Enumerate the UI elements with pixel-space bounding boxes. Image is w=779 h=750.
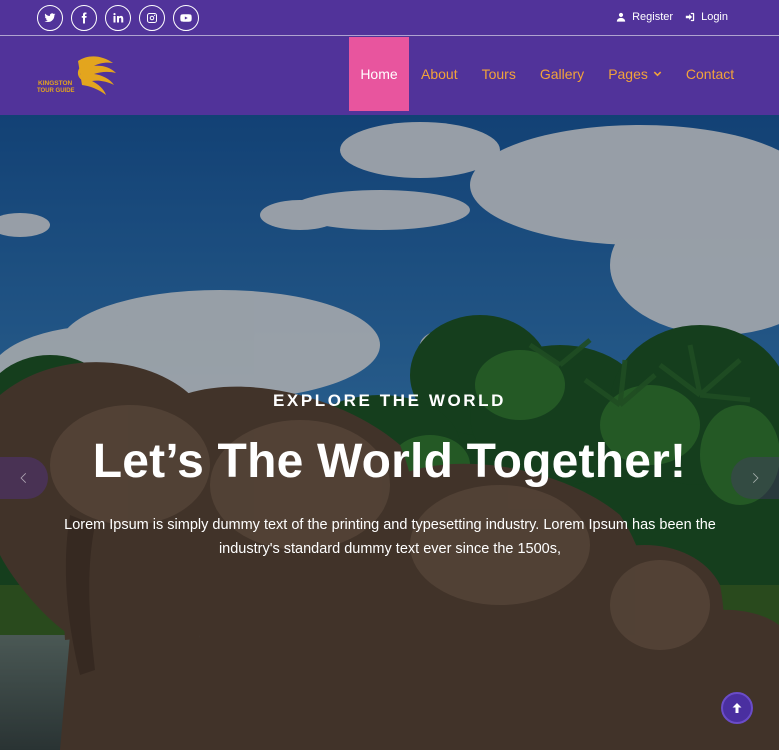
- nav-about[interactable]: About: [409, 37, 470, 111]
- main-menu: Home About Tours Gallery Pages Contact: [349, 37, 746, 115]
- chevron-right-icon: [752, 473, 759, 483]
- facebook-icon: [81, 12, 87, 24]
- chevron-down-icon: [653, 71, 662, 76]
- slider-next-button[interactable]: [731, 457, 779, 499]
- twitter-link[interactable]: [37, 5, 63, 31]
- hero-lead-text: Lorem Ipsum is simply dummy text of the …: [64, 517, 716, 557]
- nav-pages-label: Pages: [608, 66, 648, 82]
- social-links: [37, 5, 199, 31]
- slider-prev-button[interactable]: [0, 457, 48, 499]
- linkedin-link[interactable]: [105, 5, 131, 31]
- instagram-icon: [147, 13, 157, 23]
- linkedin-icon: [113, 13, 124, 23]
- nav-home[interactable]: Home: [349, 37, 409, 111]
- auth-links: Register Login: [616, 11, 728, 23]
- main-navbar: KINGSTON TOUR GUIDE Home About Tours Gal…: [0, 37, 779, 115]
- svg-text:KINGSTON: KINGSTON: [38, 80, 72, 87]
- login-link[interactable]: Login: [685, 11, 728, 23]
- login-label: Login: [701, 11, 728, 23]
- twitter-icon: [44, 13, 56, 23]
- hero-slider: EXPLORE THE WORLD Let’s The World Togeth…: [0, 115, 779, 750]
- hero-eyebrow: EXPLORE THE WORLD: [272, 391, 507, 410]
- youtube-icon: [180, 14, 192, 22]
- register-label: Register: [632, 11, 674, 23]
- back-to-top-button[interactable]: [721, 692, 753, 724]
- kingston-tour-guide-logo[interactable]: KINGSTON TOUR GUIDE: [36, 51, 120, 101]
- user-icon: [616, 12, 626, 22]
- nav-tours[interactable]: Tours: [470, 37, 528, 111]
- hero-overlay: [0, 115, 779, 750]
- facebook-link[interactable]: [71, 5, 97, 31]
- svg-text:TOUR GUIDE: TOUR GUIDE: [37, 88, 75, 94]
- nav-gallery[interactable]: Gallery: [528, 37, 596, 111]
- youtube-link[interactable]: [173, 5, 199, 31]
- arrow-up-icon: [732, 703, 742, 713]
- nav-pages[interactable]: Pages: [596, 37, 674, 111]
- top-bar: Register Login: [0, 0, 779, 36]
- chevron-left-icon: [20, 473, 27, 483]
- hero-headline: Let’s The World Together!: [92, 435, 687, 488]
- instagram-link[interactable]: [139, 5, 165, 31]
- nav-contact[interactable]: Contact: [674, 37, 746, 111]
- register-link[interactable]: Register: [616, 11, 673, 23]
- sign-in-icon: [685, 12, 695, 22]
